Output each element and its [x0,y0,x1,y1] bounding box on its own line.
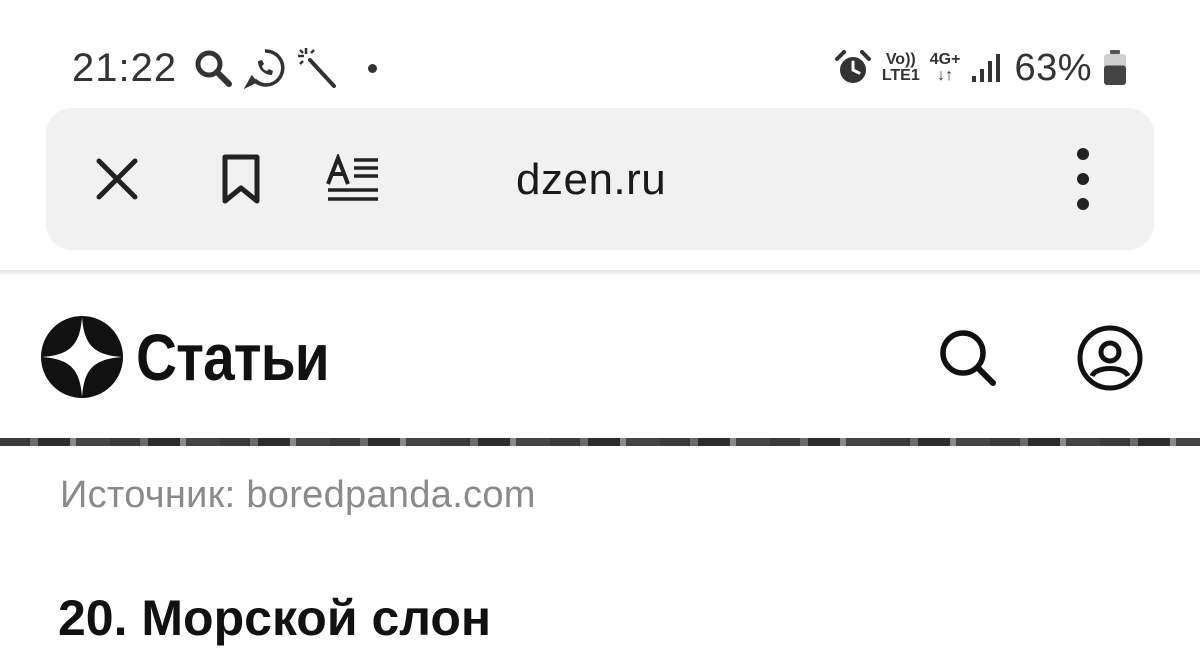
article-item-heading: 20. Морской слон [58,590,492,646]
site-title[interactable]: Статьи [136,317,330,397]
volte-label: Vo)) [885,51,916,68]
browser-url-bar: dzen.ru [46,108,1154,250]
user-profile-icon [1077,325,1143,391]
lte-label: LTE1 [881,67,920,84]
signal-icon [972,54,1001,82]
more-vert-icon [1077,148,1089,210]
bookmark-button[interactable] [212,150,270,208]
magic-wand-icon [298,48,336,88]
search-icon [195,50,232,87]
more-options-button[interactable] [1054,148,1112,210]
article-image-edge [0,438,1200,446]
image-source-caption: Источник: boredpanda.com [60,474,536,516]
network-type-indicator: 4G+ ↓↑ [930,52,961,84]
close-icon [96,158,138,200]
status-right-icons: Vo)) LTE1 4G+ ↓↑ 63% [834,44,1128,92]
whatsapp-icon [244,49,285,89]
dot-icon [368,63,377,73]
network-type-label: 4G+ [929,51,961,68]
reader-mode-icon [326,154,378,201]
bookmark-icon [222,154,260,204]
battery-percent: 63% [1014,46,1092,89]
dzen-star-logo[interactable] [40,315,124,399]
site-header: Статьи [0,276,1200,438]
volte-indicator: Vo)) LTE1 [882,52,920,84]
reader-mode-button[interactable] [324,150,382,208]
search-icon [940,330,996,386]
close-button[interactable] [88,150,146,208]
url-text[interactable]: dzen.ru [516,154,666,206]
profile-button[interactable] [1072,320,1148,396]
battery-icon [1104,50,1126,85]
notification-icons [192,46,377,90]
alarm-icon [834,50,871,83]
data-activity-arrows: ↓↑ [937,67,954,84]
status-time: 21:22 [72,46,178,90]
status-bar: 21:22 Vo)) LTE1 4G+ ↓↑ 63% [0,0,1200,100]
site-search-button[interactable] [930,320,1006,396]
